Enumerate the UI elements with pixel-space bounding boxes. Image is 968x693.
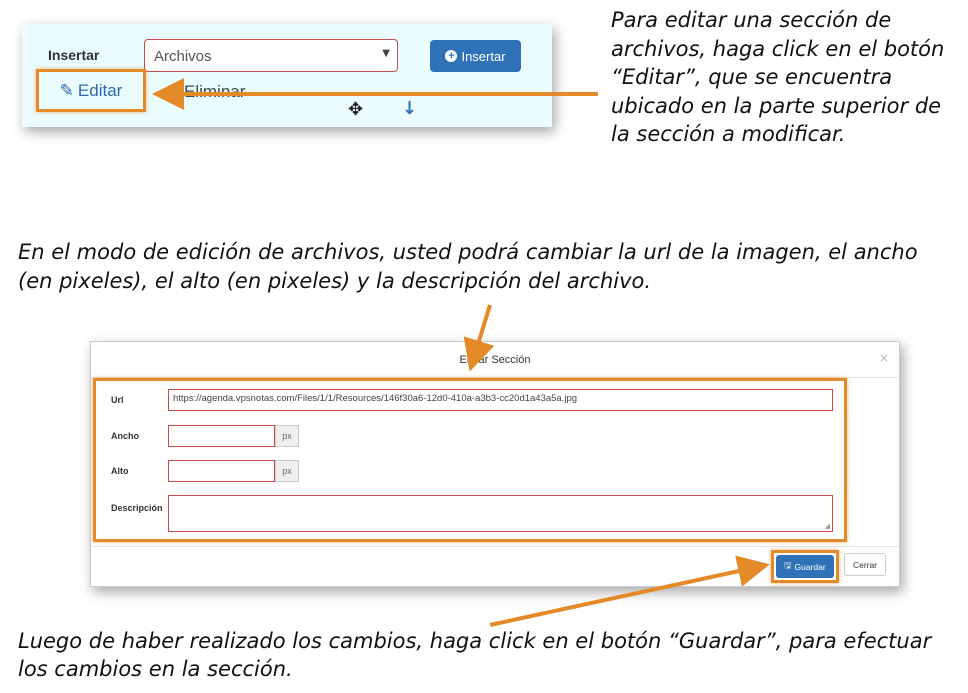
arrow-to-save-button [489, 555, 770, 627]
arrow-to-form [463, 304, 495, 372]
annotation-arrows [152, 78, 770, 627]
